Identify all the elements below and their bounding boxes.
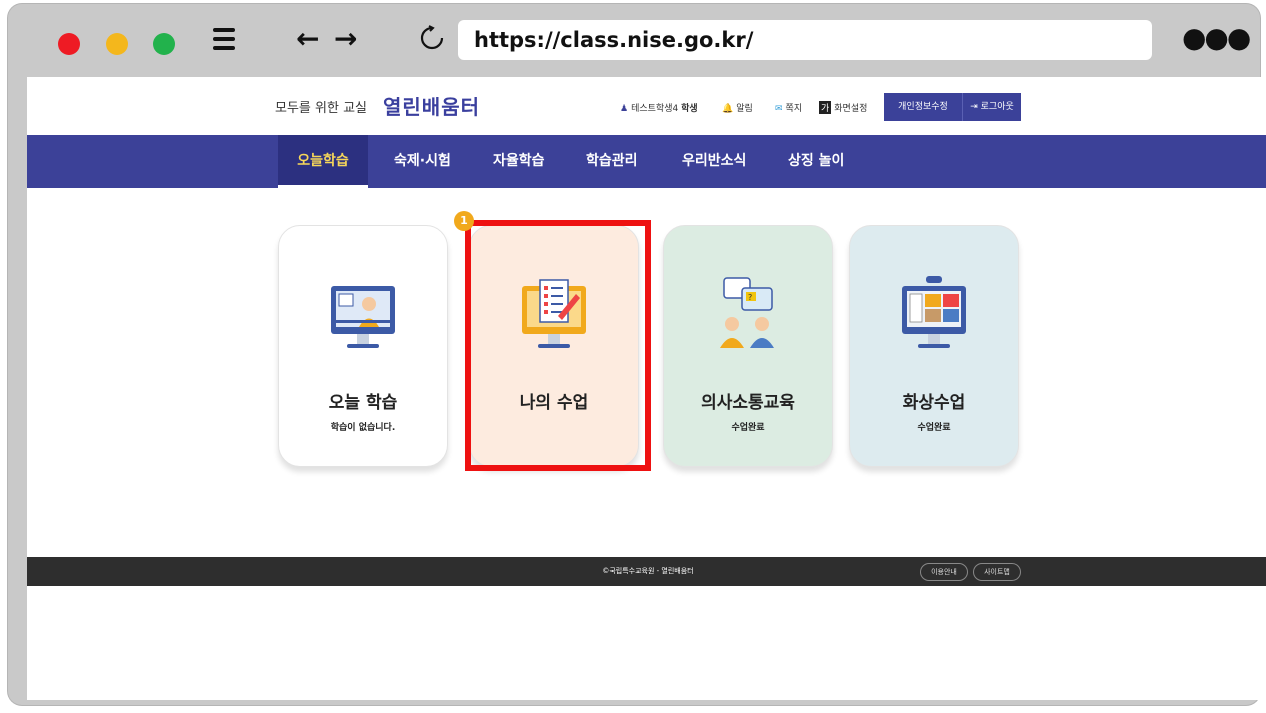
monitor-checklist-icon [522,279,586,348]
message-icon: ✉ [775,104,783,114]
usage-guide-button[interactable]: 이용안내 [920,563,968,581]
card-title: 화상수업 [902,393,966,413]
brand-tagline: 모두를 위한 교실 [275,101,367,116]
card-title: 나의 수업 [519,393,589,413]
card-title: 오늘 학습 [328,393,398,413]
browser-titlebar: ← → https://class.nise.go.kr/ ●●● [8,4,1260,74]
bell-icon: 🔔 [722,104,734,114]
nav-class-news[interactable]: 우리반소식 [682,135,746,188]
card-today-learning[interactable]: 오늘 학습 학습이 없습니다. [278,225,448,467]
card-subtitle: 수업완료 [731,423,765,433]
page-viewport: 모두를 위한 교실 열린배움터 ♟ 테스트학생4 학생 🔔 알림 ✉ 쪽지 가 화면설정… [27,77,1266,700]
privacy-edit-button[interactable]: 개인정보수정 [884,93,962,121]
note-link[interactable]: ✉ 쪽지 [775,101,802,114]
svg-text:?: ? [748,293,752,302]
monitor-video-call-icon [902,276,966,348]
card-my-class[interactable]: 나의 수업 [469,225,639,467]
user-info: ♟ 테스트학생4 학생 [620,104,698,114]
alarm-link[interactable]: 🔔 알림 [722,101,753,114]
screen-settings-icon: 가 [819,101,832,114]
step-badge: 1 [454,211,474,231]
monitor-teacher-icon [331,286,395,348]
site-logo[interactable]: 열린배움터 [383,91,480,120]
card-subtitle: 수업완료 [917,423,951,433]
site-header: 모두를 위한 교실 열린배움터 ♟ 테스트학생4 학생 🔔 알림 ✉ 쪽지 가 화면설정… [27,77,1266,135]
main-navigation: 오늘학습 숙제·시험 자율학습 학습관리 우리반소식 상징 놀이 [27,135,1266,188]
card-subtitle: 학습이 없습니다. [330,423,396,433]
footer-copyright: ©국립특수교육원 - 열린배움터 [602,567,694,575]
card-title: 의사소통교육 [701,393,795,413]
url-text: https://class.nise.go.kr/ [474,28,754,52]
reload-icon[interactable] [418,24,446,52]
browser-window: ← → https://class.nise.go.kr/ ●●● 모두를 위한… [8,4,1266,705]
logout-button[interactable]: ⇥ 로그아웃 [962,93,1021,121]
more-options-icon[interactable]: ●●● [1182,24,1251,52]
site-footer: ©국립특수교육원 - 열린배움터 이용안내 사이트맵 [27,557,1266,586]
nav-learning-management[interactable]: 학습관리 [586,135,638,188]
forward-arrow-icon[interactable]: → [334,24,357,54]
communication-people-icon: ? [720,277,774,348]
nav-homework-exam[interactable]: 숙제·시험 [394,135,451,188]
address-bar[interactable]: https://class.nise.go.kr/ [458,20,1152,60]
card-video-class[interactable]: 화상수업 수업완료 [849,225,1019,467]
close-window-button[interactable] [58,33,80,55]
sitemap-button[interactable]: 사이트맵 [973,563,1021,581]
card-communication-education[interactable]: ? 의사소통교육 수업완료 [663,225,833,467]
nav-self-learning[interactable]: 자율학습 [493,135,545,188]
nav-symbol-play[interactable]: 상징 놀이 [788,135,844,188]
user-role: 학생 [681,104,698,114]
minimize-window-button[interactable] [106,33,128,55]
maximize-window-button[interactable] [153,33,175,55]
screen-settings-link[interactable]: 가 화면설정 [819,101,867,114]
back-arrow-icon[interactable]: ← [296,24,319,54]
user-icon: ♟ [620,104,629,114]
nav-today-learning[interactable]: 오늘학습 [278,135,368,188]
hamburger-menu-icon[interactable] [213,28,235,50]
